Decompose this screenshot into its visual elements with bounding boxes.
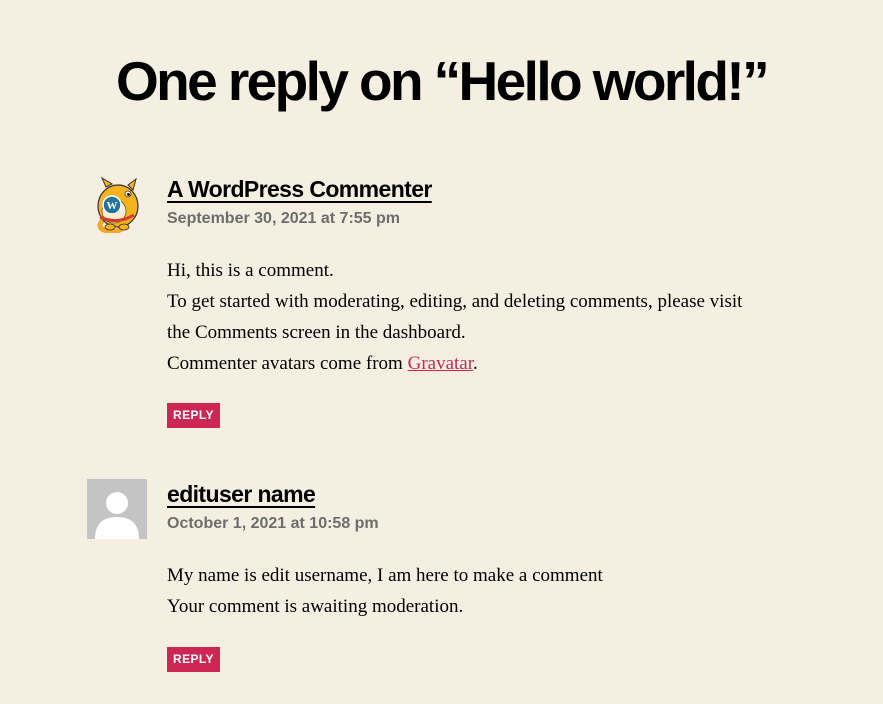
comment-date-link[interactable]: October 1, 2021 at 10:58 pm — [167, 514, 379, 534]
comment-text-prefix: Commenter avatars come from — [167, 353, 408, 374]
comment-text-line: My name is edit username, I am here to m… — [167, 565, 603, 586]
svg-text:W: W — [107, 200, 118, 212]
comment-author-link[interactable]: A WordPress Commenter — [167, 175, 432, 203]
moderation-notice: Your comment is awaiting moderation. — [167, 596, 464, 617]
gravatar-link[interactable]: Gravatar — [408, 353, 473, 374]
comment-text-line: To get started with moderating, editing,… — [167, 291, 743, 343]
comment-body: My name is edit username, I am here to m… — [167, 560, 767, 622]
reply-button[interactable]: REPLY — [167, 647, 220, 672]
comment-text-line: Hi, this is a comment. — [167, 260, 334, 281]
comment-body: Hi, this is a comment. To get started wi… — [167, 255, 767, 379]
comment-date-link[interactable]: September 30, 2021 at 7:55 pm — [167, 209, 400, 229]
comment-author-name[interactable]: edituser name — [167, 480, 316, 508]
reply-button[interactable]: REPLY — [167, 403, 220, 428]
comment-text-suffix: . — [473, 353, 478, 374]
comments-title: One reply on “Hello world!” — [116, 50, 770, 112]
comment-text-line: Commenter avatars come from Gravatar. — [167, 348, 767, 379]
wapuu-avatar-icon: W — [92, 176, 142, 234]
default-user-avatar-icon — [87, 479, 147, 539]
